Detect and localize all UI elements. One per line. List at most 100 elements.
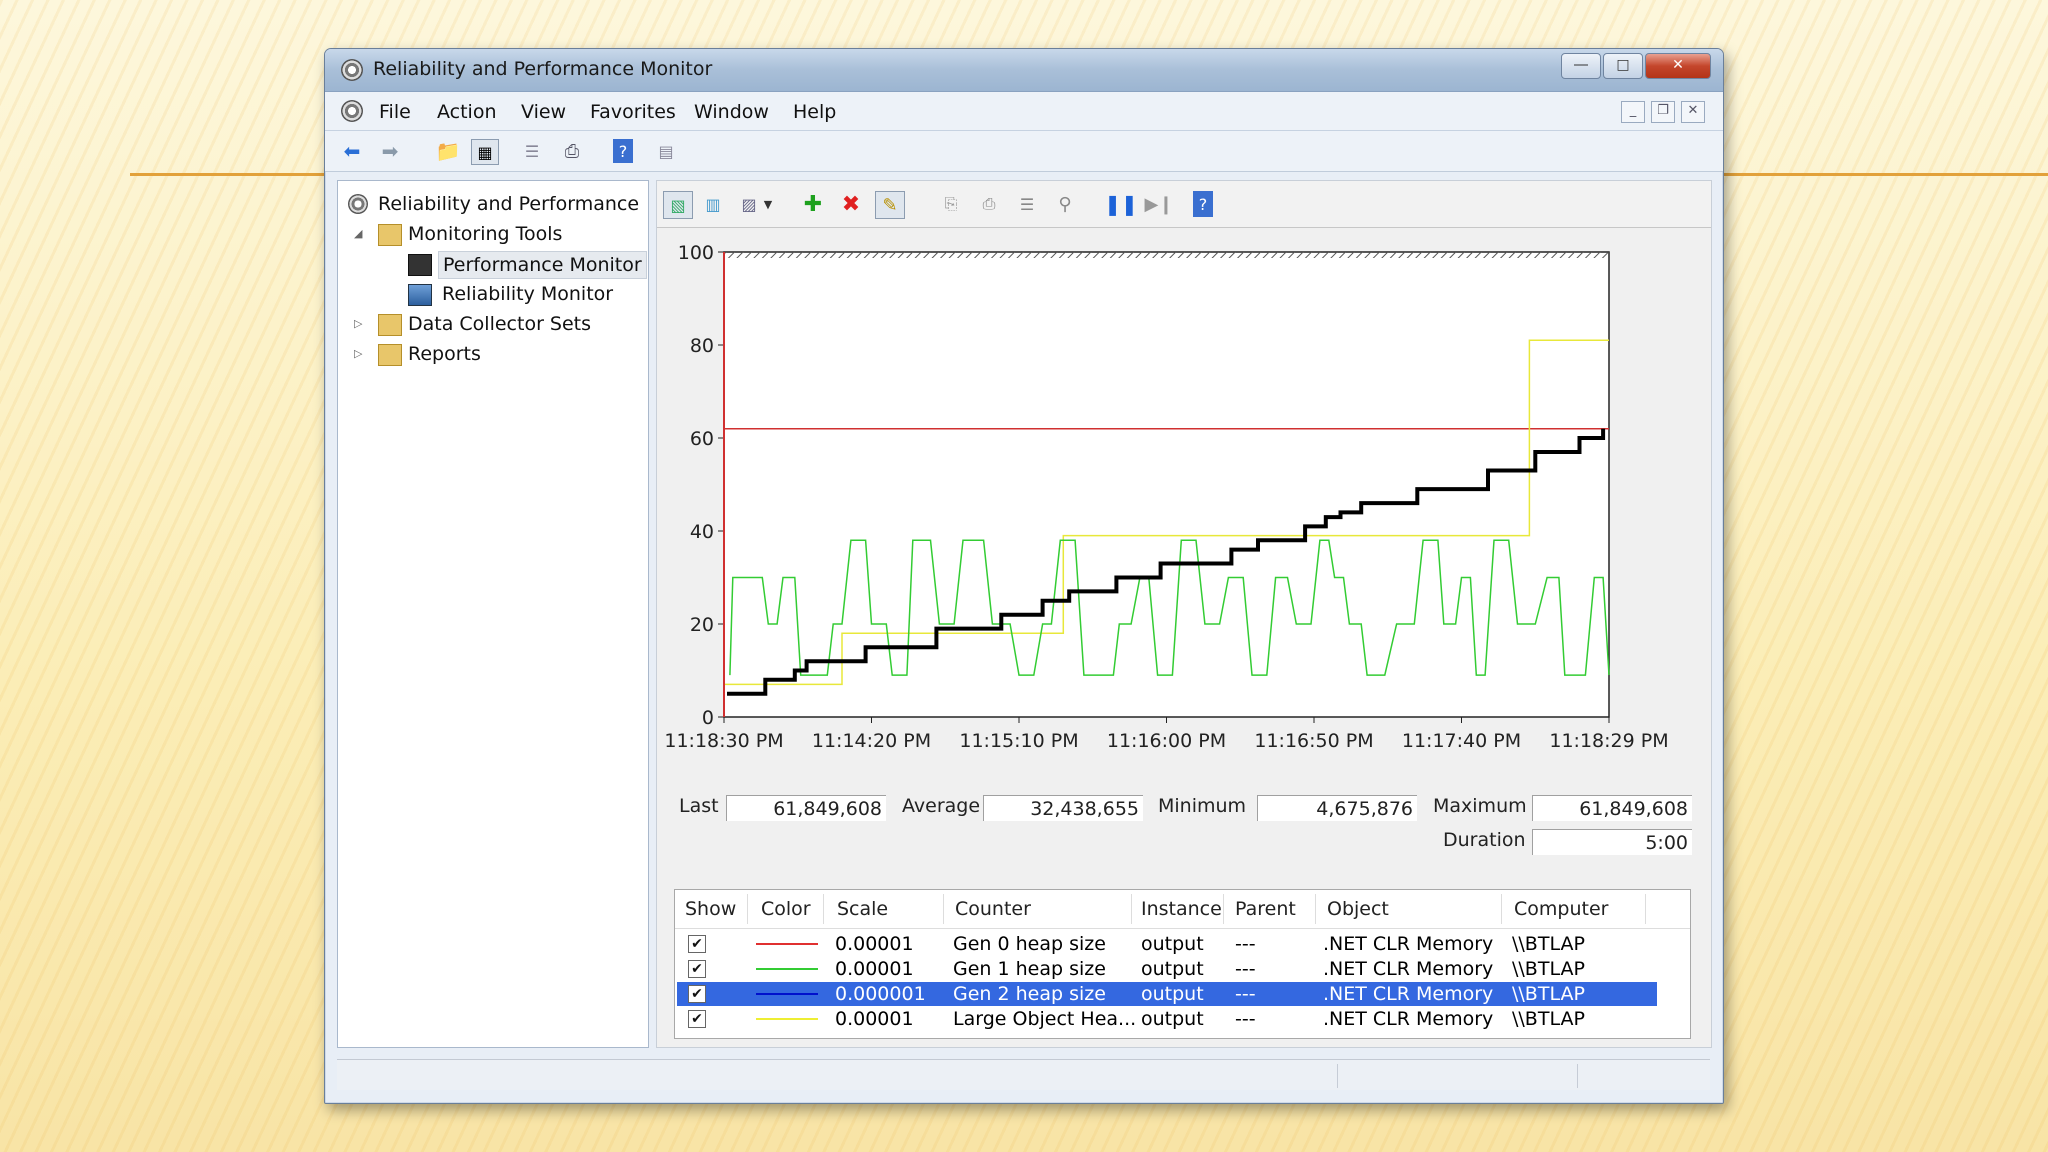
column-computer[interactable]: Computer — [1514, 898, 1608, 920]
show-checkbox[interactable]: ✔ — [688, 960, 706, 978]
main-window: Reliability and Performance Monitor ― □ … — [324, 48, 1724, 1104]
properties-icon[interactable]: ☰ — [519, 139, 545, 163]
counter-legend-table: Show Color Scale Counter Instance Parent… — [674, 889, 1691, 1039]
maximize-button[interactable]: □ — [1603, 53, 1643, 79]
legend-row[interactable]: ✔ 0.00001 Large Object Hea... output --- .NET… — [677, 1007, 1657, 1031]
column-show[interactable]: Show — [685, 898, 736, 920]
scale-cell: 0.000001 — [835, 983, 926, 1005]
y-tick-label: 0 — [702, 707, 714, 729]
forward-arrow-icon[interactable]: ➡ — [377, 139, 403, 163]
counter-cell: Gen 1 heap size — [953, 958, 1106, 980]
scale-cell: 0.00001 — [835, 958, 914, 980]
chart-area: 0 20 40 60 80 100 11:18:30 PM 11:14:20 PM 11:15:… — [657, 227, 1711, 787]
menu-window[interactable]: Window — [694, 101, 769, 123]
app-icon — [341, 59, 363, 81]
help-icon[interactable]: ? — [1193, 191, 1213, 217]
back-arrow-icon[interactable]: ⬅ — [339, 139, 365, 163]
x-tick-label: 11:15:10 PM — [959, 730, 1078, 752]
collapse-triangle-icon[interactable]: ◢ — [354, 221, 362, 247]
object-cell: .NET CLR Memory — [1323, 958, 1494, 980]
computer-cell: \\BTLAP — [1512, 958, 1585, 980]
help-icon[interactable]: ? — [613, 139, 633, 163]
legend-row[interactable]: ✔ 0.00001 Gen 0 heap size output --- .NET CLR… — [677, 932, 1657, 956]
decorative-line — [130, 173, 330, 176]
minimum-value: 4,675,876 — [1257, 795, 1417, 821]
performance-chart-icon — [408, 254, 432, 276]
child-restore-button[interactable]: ❐ — [1651, 101, 1675, 123]
scale-cell: 0.00001 — [835, 1008, 914, 1030]
counter-cell: Large Object Hea... — [953, 1008, 1137, 1030]
delete-counter-icon[interactable]: ✖ — [837, 191, 865, 217]
zoom-icon[interactable]: ⚲ — [1051, 191, 1079, 217]
print-icon[interactable]: ⎙ — [559, 139, 585, 163]
add-counter-icon[interactable]: ✚ — [799, 191, 827, 217]
expand-triangle-icon[interactable]: ▷ — [354, 341, 362, 367]
copy-properties-icon[interactable]: ⎘ — [937, 191, 965, 217]
column-instance[interactable]: Instance — [1141, 898, 1222, 920]
instance-cell: output — [1141, 983, 1204, 1005]
column-scale[interactable]: Scale — [837, 898, 888, 920]
maximum-label: Maximum — [1433, 795, 1527, 817]
graph-type-dropdown-icon[interactable]: ▼ — [761, 191, 775, 217]
plot-top-band — [724, 252, 1609, 258]
child-close-button[interactable]: ✕ — [1681, 101, 1705, 123]
menu-favorites[interactable]: Favorites — [590, 101, 676, 123]
scale-cell: 0.00001 — [835, 933, 914, 955]
view-log-data-icon[interactable]: ▥ — [699, 191, 727, 217]
perfmon-toolbar: ▧ ▥ ▨ ▼ ✚ ✖ ✎ ⎘ ⎙ ☰ ⚲ ❚❚ ▶❙ ? — [657, 181, 1711, 228]
series-color-swatch — [756, 1018, 818, 1020]
show-hide-tree-icon[interactable]: ▦ — [471, 139, 499, 165]
average-value: 32,438,655 — [983, 795, 1143, 821]
computer-cell: \\BTLAP — [1512, 983, 1585, 1005]
x-tick-label: 11:16:50 PM — [1254, 730, 1373, 752]
parent-cell: --- — [1235, 1008, 1256, 1030]
series-color-swatch — [756, 943, 818, 945]
close-button[interactable]: ✕ — [1645, 53, 1711, 79]
instance-cell: output — [1141, 958, 1204, 980]
menu-bar: File Action View Favorites Window Help _… — [325, 92, 1723, 131]
folder-icon — [378, 224, 402, 246]
column-object[interactable]: Object — [1327, 898, 1389, 920]
pause-icon[interactable]: ❚❚ — [1104, 191, 1138, 217]
y-tick-label: 80 — [690, 335, 714, 357]
counter-cell: Gen 2 heap size — [953, 983, 1106, 1005]
series-color-swatch — [756, 968, 818, 970]
column-color[interactable]: Color — [761, 898, 811, 920]
view-current-activity-icon[interactable]: ▧ — [663, 191, 693, 219]
x-tick-label: 11:18:29 PM — [1549, 730, 1668, 752]
column-parent[interactable]: Parent — [1235, 898, 1296, 920]
minimize-button[interactable]: ― — [1561, 53, 1601, 79]
maximum-value: 61,849,608 — [1532, 795, 1692, 821]
column-counter[interactable]: Counter — [955, 898, 1031, 920]
statistics-bar: Last 61,849,608 Average 32,438,655 Minim… — [657, 787, 1711, 877]
plot-area — [723, 251, 1610, 718]
mmc-icon[interactable] — [341, 100, 363, 122]
properties-icon[interactable]: ☰ — [1013, 191, 1041, 217]
object-cell: .NET CLR Memory — [1323, 1008, 1494, 1030]
show-action-pane-icon[interactable]: ▤ — [653, 139, 679, 163]
show-checkbox[interactable]: ✔ — [688, 1010, 706, 1028]
legend-row[interactable]: ✔ 0.000001 Gen 2 heap size output --- .NET CL… — [677, 982, 1657, 1006]
update-data-icon[interactable]: ▶❙ — [1145, 191, 1174, 217]
show-checkbox[interactable]: ✔ — [688, 935, 706, 953]
title-bar: Reliability and Performance Monitor ― □ … — [325, 49, 1723, 92]
show-checkbox[interactable]: ✔ — [688, 985, 706, 1003]
expand-triangle-icon[interactable]: ▷ — [354, 311, 362, 337]
highlight-icon[interactable]: ✎ — [875, 191, 905, 219]
change-graph-type-icon[interactable]: ▨ — [735, 191, 763, 217]
menu-action[interactable]: Action — [437, 101, 497, 123]
series-color-swatch — [756, 993, 818, 995]
main-toolbar: ⬅ ➡ 📁 ▦ ☰ ⎙ ? ▤ — [325, 131, 1723, 172]
average-label: Average — [902, 795, 981, 817]
legend-row[interactable]: ✔ 0.00001 Gen 1 heap size output --- .NET CLR… — [677, 957, 1657, 981]
menu-help[interactable]: Help — [793, 101, 836, 123]
menu-file[interactable]: File — [379, 101, 411, 123]
paste-counter-list-icon[interactable]: ⎙ — [975, 191, 1003, 217]
menu-view[interactable]: View — [521, 101, 566, 123]
child-minimize-button[interactable]: _ — [1621, 101, 1645, 123]
decorative-line — [1710, 173, 2048, 176]
x-tick-label: 11:16:00 PM — [1107, 730, 1226, 752]
up-folder-icon[interactable]: 📁 — [435, 139, 461, 163]
minimum-label: Minimum — [1158, 795, 1247, 817]
x-tick-label: 11:18:30 PM — [664, 730, 783, 752]
